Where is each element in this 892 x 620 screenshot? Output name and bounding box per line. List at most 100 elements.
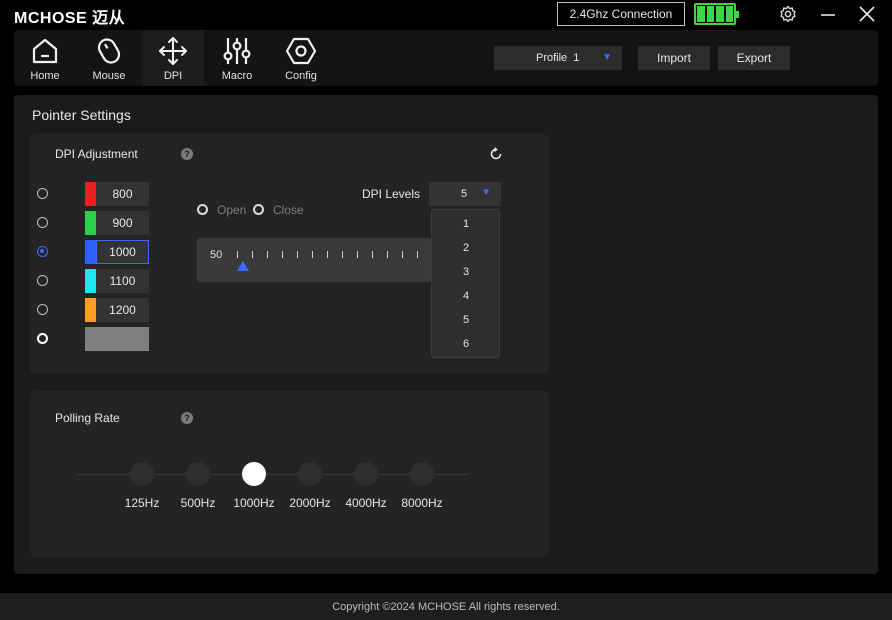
page-title: Pointer Settings [32,107,131,123]
profile-select[interactable]: Profile 1 ▼ [494,46,622,70]
minimize-icon[interactable] [818,4,838,24]
sliders-icon [223,38,251,64]
dpi-value: 1100 [109,274,136,288]
slider-tick [312,251,313,258]
chevron-down-icon: ▼ [481,187,491,198]
help-icon[interactable]: ? [181,148,193,160]
dpi-value-field[interactable]: 800 [85,182,149,206]
slider-thumb[interactable] [237,261,249,271]
polling-rate-label: 1000Hz [233,496,275,510]
dpi-value-field[interactable]: 900 [85,211,149,235]
dpi-stage-radio[interactable] [37,217,48,228]
polling-rate-label: 2000Hz [289,496,331,510]
nav-mouse[interactable]: Mouse [78,30,140,86]
brand-logo: MCHOSE 迈从 [14,10,126,27]
dpi-levels-dropdown: 1 2 3 4 5 6 [431,209,500,358]
mouse-icon [97,38,121,64]
dpi-value: 800 [112,187,133,201]
export-button[interactable]: Export [718,46,790,70]
nav-dpi[interactable]: DPI [142,30,204,86]
polling-rate-option[interactable] [186,462,210,486]
footer-copyright: Copyright ©2024 MCHOSE All rights reserv… [0,593,892,620]
nav-home[interactable]: Home [14,30,76,86]
dpi-value: 1000 [96,240,149,264]
nav-home-label: Home [30,70,60,82]
import-button[interactable]: Import [638,46,710,70]
dpi-stage-radio[interactable] [37,246,48,257]
dropdown-option[interactable]: 4 [432,284,501,308]
dropdown-option[interactable]: 5 [432,308,501,332]
move-arrows-icon [159,37,187,65]
dpi-value-field[interactable]: 1200 [85,298,149,322]
polling-rate-option[interactable] [354,462,378,486]
chevron-down-icon: ▼ [602,52,612,63]
polling-rate-label: 500Hz [180,496,216,510]
polling-rate-option[interactable] [410,462,434,486]
slider-tick [372,251,373,258]
battery-cell [706,6,714,22]
dpi-color-swatch[interactable] [85,211,96,235]
dpi-levels-select[interactable]: 5 ▼ [429,182,501,206]
dpi-color-swatch[interactable] [85,269,96,293]
slider-tick [357,251,358,258]
home-icon [32,38,58,64]
settings-gear-icon[interactable] [778,4,798,24]
polling-rate-label: 4000Hz [345,496,387,510]
dpi-value [96,327,149,351]
dropdown-option[interactable]: 3 [432,260,501,284]
dpi-levels-value: 5 [461,188,468,200]
battery-cell [716,6,724,22]
dpi-stage-radio[interactable] [37,304,48,315]
battery-cell [697,6,705,22]
help-icon[interactable]: ? [181,412,193,424]
nav-config-label: Config [285,70,317,82]
dpi-color-swatch[interactable] [85,298,96,322]
title-bar: MCHOSE 迈从 2.4Ghz Connection [0,0,892,28]
polling-rate-option-selected[interactable] [242,462,266,486]
dropdown-option[interactable]: 1 [432,212,501,236]
nav-config[interactable]: Config [270,30,332,86]
reset-icon[interactable] [489,147,503,161]
slider-tick [342,251,343,258]
dpi-stage-radio[interactable] [37,188,48,199]
profile-select-value: Profile 1 [536,52,580,64]
dpi-value-field[interactable]: 1000 [85,240,149,264]
slider-tick [282,251,283,258]
dpi-value: 1200 [109,303,136,317]
dpi-adjustment-title: DPI Adjustment [55,147,138,161]
polling-rate-option[interactable] [130,462,154,486]
dpi-value: 900 [112,216,133,230]
open-label: Open [217,203,247,217]
dpi-value-field-disabled [85,327,149,351]
dpi-levels-label: DPI Levels [362,187,421,201]
polling-rate-option[interactable] [298,462,322,486]
dpi-value-field[interactable]: 1100 [85,269,149,293]
open-radio[interactable] [197,204,208,215]
dpi-stage-radio[interactable] [37,333,48,344]
dpi-color-swatch[interactable] [85,240,96,264]
close-radio[interactable] [253,204,264,215]
dpi-stage-radio[interactable] [37,275,48,286]
slider-tick [417,251,418,258]
battery-indicator [694,3,739,25]
slider-tick [237,251,238,258]
polling-rate-label: 8000Hz [401,496,443,510]
nav-dpi-label: DPI [163,70,183,82]
dropdown-option[interactable]: 6 [432,332,501,356]
slider-tick [387,251,388,258]
slider-tick [297,251,298,258]
dropdown-option[interactable]: 2 [432,236,501,260]
connection-status: 2.4Ghz Connection [557,2,685,26]
nav-mouse-label: Mouse [92,70,126,82]
nav-macro[interactable]: Macro [206,30,268,86]
polling-rate-label: 125Hz [124,496,160,510]
dpi-color-swatch[interactable] [85,182,96,206]
battery-cell [725,6,733,22]
dpi-slider[interactable]: 50 [197,238,432,282]
polling-rate-title: Polling Rate [55,411,120,425]
hexagon-icon [285,37,317,65]
nav-macro-label: Macro [221,70,253,82]
slider-tick [267,251,268,258]
close-icon[interactable] [857,4,877,24]
slider-tick [327,251,328,258]
